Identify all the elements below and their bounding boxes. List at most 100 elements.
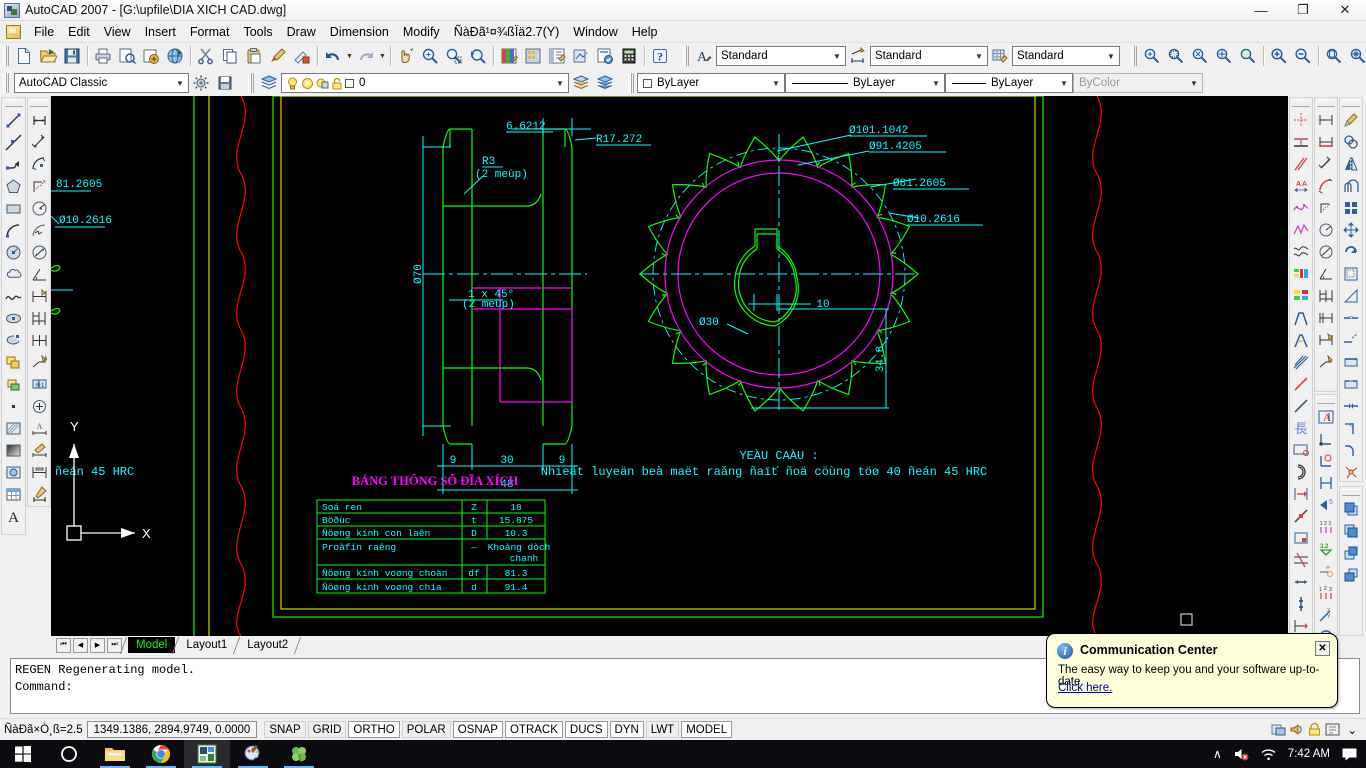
bring-to-front-icon[interactable] xyxy=(1340,498,1362,520)
text-style-combo[interactable]: Standard ▼ xyxy=(716,46,846,66)
renumber-icon[interactable]: 123 xyxy=(1315,582,1337,604)
radius-dimension-icon[interactable] xyxy=(28,197,50,219)
line-icon[interactable] xyxy=(3,109,25,131)
edit-hatch-icon[interactable] xyxy=(1290,241,1312,263)
continued-dim-icon[interactable] xyxy=(1315,307,1337,329)
markup-set-icon[interactable] xyxy=(594,45,616,67)
polygon-icon[interactable] xyxy=(3,175,25,197)
help-icon[interactable]: ? xyxy=(649,45,671,67)
xy-coord-icon[interactable]: XY xyxy=(1315,604,1337,626)
diameter-dimension-icon[interactable] xyxy=(28,241,50,263)
redo-icon[interactable] xyxy=(355,45,377,67)
erase-icon[interactable] xyxy=(1340,109,1362,131)
ucs-origin-icon[interactable] xyxy=(1315,450,1337,472)
continue-dimension-icon[interactable] xyxy=(28,329,50,351)
polyline-icon[interactable] xyxy=(3,153,25,175)
gradient-icon[interactable] xyxy=(3,439,25,461)
menu-format[interactable]: Format xyxy=(183,23,237,41)
join-icon[interactable] xyxy=(1290,439,1312,461)
zoom-center-icon[interactable] xyxy=(1213,45,1235,67)
menu-insert[interactable]: Insert xyxy=(138,23,183,41)
edit-spline-icon[interactable] xyxy=(1290,197,1312,219)
tab-first-button[interactable]: ⏮ xyxy=(56,638,71,653)
mtext-icon[interactable]: A xyxy=(1315,406,1337,428)
linear-dimension-icon[interactable] xyxy=(28,109,50,131)
toolbar-grip[interactable] xyxy=(5,100,23,107)
toolbar-grip[interactable] xyxy=(3,46,9,66)
minimize-button[interactable]: — xyxy=(1240,0,1282,21)
ordinate-dim-icon[interactable] xyxy=(1315,197,1337,219)
start-button[interactable] xyxy=(0,740,46,768)
ordinate-dimension-icon[interactable]: x xyxy=(28,175,50,197)
scale-icon[interactable] xyxy=(1340,263,1362,285)
rotate-icon[interactable] xyxy=(1340,241,1362,263)
mirror-icon[interactable] xyxy=(1340,153,1362,175)
offset2-icon[interactable] xyxy=(1340,175,1362,197)
tab-prev-button[interactable]: ◀ xyxy=(73,638,88,653)
layer-combo[interactable]: 0 ▼ xyxy=(281,73,569,93)
menu-window[interactable]: Window xyxy=(566,23,624,41)
bring-above-icon[interactable] xyxy=(1340,542,1362,564)
make-block-icon[interactable] xyxy=(3,373,25,395)
toolbar-grip[interactable] xyxy=(1292,100,1310,107)
wifi-icon[interactable] xyxy=(1260,746,1277,762)
aligned-dim-icon[interactable] xyxy=(1315,131,1337,153)
save-icon[interactable] xyxy=(61,45,83,67)
menu-view[interactable]: View xyxy=(97,23,138,41)
menu-express[interactable]: ÑàÐã¹¤¾ßÏä2.7(Y) xyxy=(447,23,567,41)
zoom-realtime-icon[interactable] xyxy=(419,45,441,67)
lineweight-combo[interactable]: ByLayer ▼ xyxy=(945,73,1073,93)
join2-icon[interactable] xyxy=(1340,395,1362,417)
menu-dimension[interactable]: Dimension xyxy=(323,23,396,41)
match-properties-icon[interactable] xyxy=(267,45,289,67)
array-icon[interactable] xyxy=(1340,197,1362,219)
tab-layout1[interactable]: Layout1 xyxy=(180,637,236,653)
sheet-set-icon[interactable] xyxy=(570,45,592,67)
toolbar-grip[interactable] xyxy=(1317,397,1335,404)
chevron-down-icon[interactable]: ▼ xyxy=(829,47,845,65)
new-icon[interactable] xyxy=(13,45,35,67)
comm-center-icon[interactable] xyxy=(1289,722,1304,737)
quickcalc-icon[interactable] xyxy=(618,45,640,67)
lengthen-icon[interactable] xyxy=(1290,373,1312,395)
toolbar-grip[interactable] xyxy=(1342,100,1360,107)
status-grid[interactable]: GRID xyxy=(308,721,347,738)
diameter-dim-icon[interactable] xyxy=(1315,241,1337,263)
zoom-scale-icon[interactable] xyxy=(1189,45,1211,67)
balloon-link[interactable]: Click here. xyxy=(1058,682,1112,694)
drawing-svg[interactable]: 81.2605 Ø10.2616 ñeán 45 HRC xyxy=(51,96,1288,636)
communication-center-balloon[interactable]: i Communication Center ✕ The easy way to… xyxy=(1046,633,1338,708)
status-ducs[interactable]: DUCS xyxy=(565,721,608,738)
quick-dim-icon[interactable] xyxy=(1315,329,1337,351)
toolbar-grip[interactable] xyxy=(1342,489,1360,496)
table-icon[interactable] xyxy=(3,483,25,505)
plot-preview-icon[interactable] xyxy=(116,45,138,67)
drawing-canvas[interactable]: 81.2605 Ø10.2616 ñeán 45 HRC xyxy=(51,96,1288,636)
paste-icon[interactable] xyxy=(243,45,265,67)
close-button[interactable]: ✕ xyxy=(1324,0,1366,21)
number-list-icon[interactable]: 1 2 3 xyxy=(1315,516,1337,538)
construction-line-icon[interactable] xyxy=(3,131,25,153)
tab-next-button[interactable]: ▶ xyxy=(90,638,105,653)
tolerance-icon[interactable]: ⊕1 xyxy=(28,373,50,395)
break2-icon[interactable] xyxy=(1340,351,1362,373)
zoom-previous-icon[interactable] xyxy=(467,45,489,67)
cortana-button[interactable] xyxy=(46,740,92,768)
zoom-extents-icon[interactable] xyxy=(1347,45,1366,67)
action-center-icon[interactable] xyxy=(1341,747,1358,762)
chevron-down-icon[interactable]: ▼ xyxy=(928,74,944,92)
attribute-edit-icon[interactable]: yy xyxy=(1315,560,1337,582)
fillet-icon[interactable] xyxy=(1290,329,1312,351)
props-toolbar-grip[interactable] xyxy=(628,73,634,93)
chevron-down-icon[interactable]: ▼ xyxy=(971,47,987,65)
layer-previous-icon[interactable] xyxy=(570,72,592,94)
rectangle-icon[interactable] xyxy=(3,197,25,219)
dimension-edit-icon[interactable]: A xyxy=(28,417,50,439)
edit-attribute-icon[interactable] xyxy=(1290,285,1312,307)
dimension-text-edit-icon[interactable] xyxy=(28,439,50,461)
dim-style-right-icon[interactable] xyxy=(1315,472,1337,494)
zoom-toolbar-grip[interactable] xyxy=(1131,46,1137,66)
status-polar[interactable]: POLAR xyxy=(402,721,451,738)
aligned-angle-icon[interactable] xyxy=(1315,153,1337,175)
tab-layout2[interactable]: Layout2 xyxy=(241,637,297,653)
